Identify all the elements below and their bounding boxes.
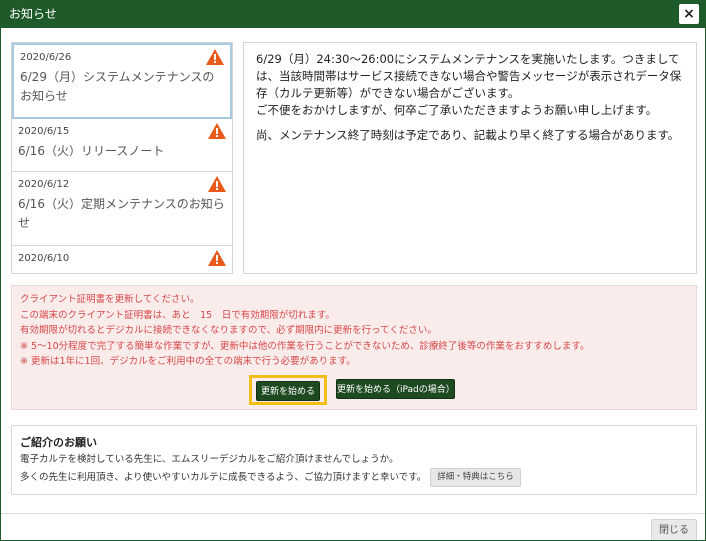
notice-list: 2020/6/26 6/29（月）システムメンテナンスのお知らせ 2020/6/…: [11, 42, 233, 274]
cert-line: ※ 更新は1年に1回、デジカルをご利用中の全ての端末で行う必要があります。: [20, 356, 356, 367]
cert-line: この端末のクライアント証明書は、あと 15 日で有効期限が切れます。: [20, 309, 335, 321]
dialog-title: お知らせ: [9, 7, 57, 21]
notice-date: 2020/6/12: [18, 179, 70, 190]
referral-line: 電子カルテを検討している先生に、エムスリーデジカルをご紹介頂けませんでしょうか。: [20, 454, 399, 465]
warning-icon: [206, 49, 224, 65]
referral-line: 多くの先生に利用頂き、より使いやすいカルテに成長できるよう、ご協力頂けますと幸い…: [20, 468, 688, 487]
detail-paragraph: 尚、メンテナンス終了時刻は予定であり、記載より早く終了する場合があります。: [256, 128, 680, 142]
notice-date: 2020/6/26: [20, 52, 72, 63]
highlight-box: 更新を始める: [249, 375, 327, 405]
notice-item[interactable]: 2020/6/12 6/16（火）定期メンテナンスのお知らせ: [12, 172, 232, 246]
referral-text: 多くの先生に利用頂き、より使いやすいカルテに成長できるよう、ご協力頂けますと幸い…: [20, 472, 427, 483]
notice-date: 2020/6/15: [18, 126, 70, 137]
notice-title: 6/16（火）定期メンテナンスのお知らせ: [18, 197, 225, 230]
close-icon[interactable]: ×: [679, 4, 699, 24]
detail-paragraph: 6/29（月）24:30〜26:00にシステムメンテナンスを実施いたします。つき…: [256, 51, 684, 119]
cert-button-row: 更新を始める 更新を始める（iPadの場合）: [12, 374, 696, 405]
footer-divider: [1, 513, 705, 514]
dialog-titlebar: お知らせ ×: [1, 1, 705, 28]
notice-date: 2020/6/10: [18, 253, 70, 264]
referral-panel: ご紹介のお願い 電子カルテを検討している先生に、エムスリーデジカルをご紹介頂けま…: [11, 425, 697, 495]
detail-text: 6/29（月）24:30〜26:00にシステムメンテナンスを実施いたします。つき…: [256, 52, 682, 100]
certificate-warning-panel: クライアント証明書を更新してください。 この端末のクライアント証明書は、あと 1…: [11, 285, 697, 410]
notice-detail: 6/29（月）24:30〜26:00にシステムメンテナンスを実施いたします。つき…: [243, 42, 697, 274]
warning-icon: [208, 123, 226, 139]
notice-item[interactable]: 2020/6/10: [12, 246, 232, 273]
referral-detail-button[interactable]: 詳細・特典はこちら: [430, 468, 521, 487]
detail-text: ご不便をおかけしますが、何卒ご了承いただきますようお願い申し上げます。: [256, 103, 658, 117]
notice-title: 6/29（月）システムメンテナンスのお知らせ: [20, 70, 215, 103]
close-button[interactable]: 閉じる: [651, 519, 697, 540]
notice-dialog: お知らせ × 2020/6/26 6/29（月）システムメンテナンスのお知らせ …: [0, 0, 706, 541]
cert-line: ※ 5〜10分程度で完了する簡単な作業ですが、更新中は他の作業を行うことができな…: [20, 340, 590, 352]
warning-icon: [208, 250, 226, 266]
start-update-ipad-button[interactable]: 更新を始める（iPadの場合）: [336, 379, 455, 399]
start-update-button[interactable]: 更新を始める: [256, 381, 320, 401]
warning-icon: [208, 176, 226, 192]
cert-line: 有効期限が切れるとデジカルに接続できなくなりますので、必ず期限内に更新を行ってく…: [20, 325, 437, 336]
notice-item[interactable]: 2020/6/26 6/29（月）システムメンテナンスのお知らせ: [12, 43, 232, 119]
notice-item[interactable]: 2020/6/15 6/16（火）リリースノート: [12, 119, 232, 172]
notice-title: 6/16（火）リリースノート: [18, 144, 165, 158]
referral-heading: ご紹介のお願い: [20, 436, 97, 449]
cert-line: クライアント証明書を更新してください。: [20, 294, 200, 305]
